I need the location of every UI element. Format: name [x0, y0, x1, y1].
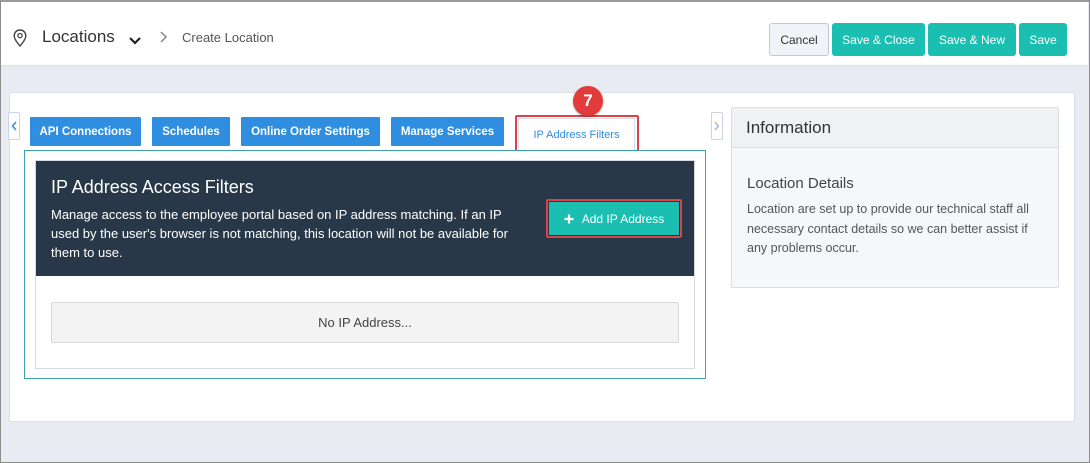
information-title: Information — [746, 118, 832, 137]
tabs-scroll-left-button[interactable] — [8, 112, 20, 140]
information-subtitle: Location Details — [747, 175, 854, 192]
tab-ip-address-filters[interactable]: IP Address Filters — [518, 118, 635, 151]
save-button[interactable]: Save — [1019, 23, 1067, 56]
ip-filters-title: IP Address Access Filters — [51, 177, 254, 197]
chevron-right-icon — [714, 121, 720, 131]
step-number-badge: 7 — [573, 86, 603, 116]
empty-ip-list: No IP Address... — [51, 302, 679, 343]
save-close-button[interactable]: Save & Close — [832, 23, 925, 56]
ip-filters-description: Manage access to the employee portal bas… — [51, 207, 508, 260]
cancel-button[interactable]: Cancel — [769, 23, 829, 56]
save-new-button[interactable]: Save & New — [928, 23, 1016, 56]
chevron-down-icon[interactable] — [128, 33, 142, 45]
chevron-right-icon — [158, 30, 168, 44]
plus-icon — [564, 214, 574, 223]
breadcrumb-root[interactable]: Locations — [42, 27, 115, 47]
tabs-scroll-right-button[interactable] — [711, 112, 723, 140]
chevron-left-icon — [11, 121, 17, 131]
tab-manage-services[interactable]: Manage Services — [391, 117, 504, 146]
map-pin-icon — [13, 29, 27, 48]
add-ip-address-label: Add IP Address — [581, 211, 665, 226]
add-ip-address-button[interactable]: Add IP Address — [549, 202, 679, 235]
tab-schedules[interactable]: Schedules — [152, 117, 230, 146]
tab-api-connections[interactable]: API Connections — [30, 117, 141, 146]
tab-online-order-settings[interactable]: Online Order Settings — [241, 117, 380, 146]
breadcrumb-current: Create Location — [182, 30, 274, 45]
information-description: Location are set up to provide our techn… — [747, 202, 1029, 255]
